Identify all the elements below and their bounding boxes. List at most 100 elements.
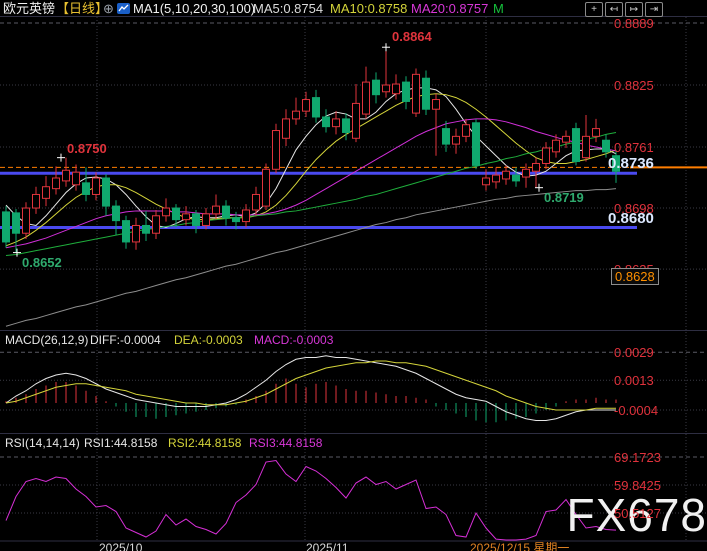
candle-body [143,225,150,233]
candle-body [293,111,300,119]
swing-price-label: 0.8719 [544,191,584,205]
candle-body [593,129,600,137]
candle-body [433,100,440,110]
candle-body [543,148,550,164]
jump-latest-icon[interactable]: ⇥ [645,2,663,17]
candle-body [573,129,580,162]
rsi-axis-label: 50.5127 [614,506,661,521]
candle-body [483,178,490,185]
swing-price-label: 0.8750 [67,142,107,156]
candle-body [323,117,330,127]
candle-body [423,78,430,109]
chart-badge-icon [117,2,130,18]
candle-body [203,214,210,226]
candle-body [333,119,340,127]
period-label[interactable]: 【日线】 [56,1,108,16]
zoom-out-x-icon[interactable]: ↦ [625,2,643,17]
macd-axis-label: 0.0029 [614,345,654,360]
date-axis: 2025/10 2025/11 2025/12/15 星期一 [0,541,707,551]
candle-body [83,183,90,195]
candle-body [93,178,100,194]
candle-body [53,178,60,189]
swing-price-label: 0.8864 [392,30,432,44]
macd-params-label: MACD(26,12,9) [5,333,88,347]
candle-body [373,80,380,95]
ma10-value: MA10:0.8758 [330,1,407,16]
candle-body [173,208,180,220]
rsi-axis-label: 69.1723 [614,450,661,465]
candle-body [13,213,20,233]
price-axis-label: 0.8825 [614,78,654,93]
candle-body [533,163,540,171]
price-axis-label: 0.8889 [614,16,654,31]
rsi2-value: RSI2:44.8158 [168,436,241,450]
candle-body [523,169,530,177]
date-label: 2025/10 [99,542,142,551]
line-price-tag: 0.8680 [608,211,654,227]
header-bar: 欧元英镑 【日线】 ⊕ MA1(5,10,20,30,100) MA5:0.87… [0,0,707,17]
boxed-price-label: 0.8628 [611,268,659,285]
pan-icon[interactable]: + [585,2,603,17]
candle-body [113,206,120,221]
macd-dea-value: DEA:-0.0003 [174,333,243,347]
candle-body [343,119,350,133]
candle-body [163,208,170,216]
ma30-value-truncated: M [493,1,504,16]
rsi1-value: RSI1:44.8158 [84,436,157,450]
macd-axis-label: -0.0004 [614,403,658,418]
candle-body [513,175,520,181]
candle-body [153,216,160,233]
candle-body [363,82,370,114]
candle-body [463,125,470,137]
candle-body [583,136,590,157]
add-indicator-icon[interactable]: ⊕ [103,1,114,16]
candle-body [73,172,80,185]
line-price-tag: 0.8736 [608,156,654,172]
candle-body [103,178,110,206]
rsi-params-label: RSI(14,14,14) [5,436,80,450]
candle-body [273,131,280,170]
candle-body [303,100,310,112]
candle-body [313,98,320,117]
candle-body [253,194,260,210]
date-label: 2025/11 [306,542,349,551]
swing-price-label: 0.8652 [22,256,62,270]
candle-body [603,140,610,152]
candle-body [553,140,560,152]
candle-body [63,170,70,181]
candle-body [123,221,130,242]
rsi3-value: RSI3:44.8158 [249,436,322,450]
candle-body [23,208,30,233]
candle-body [183,214,190,220]
candle-body [383,85,390,92]
candle-body [353,103,360,138]
candle-body [283,119,290,138]
ma20-value: MA20:0.8757 [411,1,488,16]
ma5-value: MA5:0.8754 [253,1,323,16]
candle-body [503,171,510,179]
candle-body [213,206,220,214]
date-label-current: 2025/12/15 星期一 [470,542,569,551]
candle-body [443,129,450,145]
candle-body [223,206,230,218]
trading-app: 欧元英镑 【日线】 ⊕ MA1(5,10,20,30,100) MA5:0.87… [0,0,707,551]
rsi-header: RSI(14,14,14) RSI1:44.8158 RSI2:44.8158 … [0,436,640,450]
candle-body [243,210,250,222]
candle-body [473,123,480,166]
candle-body [43,187,50,199]
instrument-title: 欧元英镑 [3,1,55,16]
price-axis-label: 0.8761 [614,140,654,155]
ma-params-label: MA1(5,10,20,30,100) [133,1,255,16]
rsi-axis-label: 59.8425 [614,478,661,493]
zoom-in-x-icon[interactable]: ↤ [605,2,623,17]
candle-body [133,225,140,241]
candle-body [403,82,410,101]
candle-body [393,84,400,94]
chart-canvas[interactable] [0,0,707,551]
candle-body [193,214,200,226]
candle-body [413,74,420,113]
macd-header: MACD(26,12,9) DIFF:-0.0004 DEA:-0.0003 M… [0,333,640,347]
macd-macd-value: MACD:-0.0003 [254,333,333,347]
candle-body [33,194,40,208]
candle-body [263,169,270,206]
